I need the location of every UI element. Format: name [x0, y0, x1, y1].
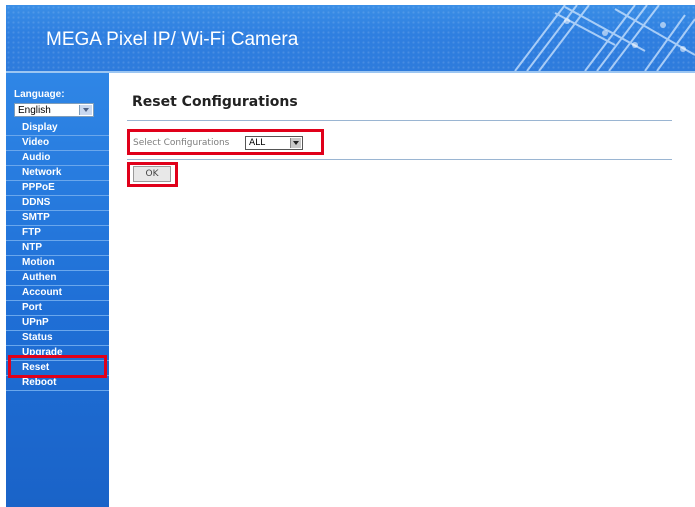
sidebar-item-upnp[interactable]: UPnP: [6, 316, 109, 331]
sidebar-item-ftp[interactable]: FTP: [6, 226, 109, 241]
sidebar-item-ntp[interactable]: NTP: [6, 241, 109, 256]
sidebar-item-smtp[interactable]: SMTP: [6, 211, 109, 226]
sidebar-menu: Display Video Audio Network PPPoE DDNS S…: [6, 121, 109, 391]
language-select[interactable]: English: [14, 103, 94, 117]
form-divider: [127, 159, 672, 160]
sidebar-item-video[interactable]: Video: [6, 136, 109, 151]
sidebar-item-audio[interactable]: Audio: [6, 151, 109, 166]
title-divider: [127, 120, 672, 121]
sidebar-item-account[interactable]: Account: [6, 286, 109, 301]
sidebar-item-authen[interactable]: Authen: [6, 271, 109, 286]
highlight-box-ok: [127, 162, 178, 187]
language-select-value: English: [18, 105, 51, 116]
sidebar-item-display[interactable]: Display: [6, 121, 109, 136]
highlight-box-select: [127, 129, 324, 155]
highlight-box-reset: [8, 355, 107, 378]
chevron-down-icon[interactable]: [79, 105, 92, 115]
header-banner: MEGA Pixel IP/ Wi-Fi Camera: [6, 5, 695, 71]
sidebar: Language: English Display Video Audio Ne…: [6, 73, 109, 507]
sidebar-item-pppoe[interactable]: PPPoE: [6, 181, 109, 196]
sidebar-item-ddns[interactable]: DDNS: [6, 196, 109, 211]
app-title: MEGA Pixel IP/ Wi-Fi Camera: [46, 29, 299, 50]
sidebar-item-status[interactable]: Status: [6, 331, 109, 346]
sidebar-item-reboot[interactable]: Reboot: [6, 376, 109, 391]
header-divider: [6, 71, 695, 73]
sidebar-item-motion[interactable]: Motion: [6, 256, 109, 271]
page-title: Reset Configurations: [132, 94, 298, 110]
sidebar-item-port[interactable]: Port: [6, 301, 109, 316]
language-label: Language:: [14, 89, 65, 100]
circuit-decoration-icon: [514, 5, 695, 71]
sidebar-item-network[interactable]: Network: [6, 166, 109, 181]
